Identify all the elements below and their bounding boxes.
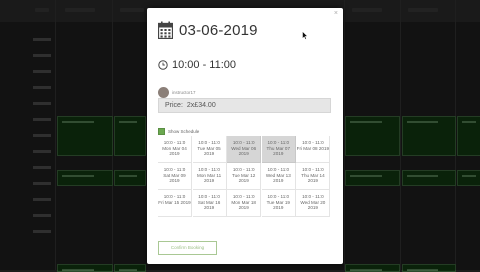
schedule-slot[interactable]: 10:0 - 11:0 Wed Mar 13 2019 (261, 163, 296, 190)
booking-date: 03-06-2019 (179, 21, 258, 39)
slot-date: Mon Mar 04 2019 (162, 145, 187, 157)
schedule-slot[interactable]: 10:0 - 11:0 Mon Mar 11 2019 (192, 163, 227, 190)
slot-date: Wed Mar 13 2019 (265, 172, 291, 184)
schedule-slot[interactable]: 10:0 - 11:0 Sat Mar 09 2019 (158, 163, 192, 190)
instructor-row: instructor17 (158, 87, 196, 98)
schedule-slot[interactable]: 10:0 - 11:0 Wed Mar 20 2019 (296, 190, 331, 217)
schedule-slot[interactable]: 10:0 - 11:0 Mon Mar 18 2019 (227, 190, 262, 217)
schedule-slot[interactable]: 10:0 - 11:0 Fri Mar 08 2019 (296, 136, 331, 163)
schedule-slot[interactable]: 10:0 - 11:0 Tue Mar 05 2019 (192, 136, 227, 163)
instructor-name: instructor17 (172, 90, 196, 95)
schedule-slot[interactable]: 10:0 - 11:0 Thu Mar 14 2019 (296, 163, 331, 190)
slot-date: Thu Mar 07 2019 (266, 145, 291, 157)
slot-date: Tue Mar 12 2019 (232, 172, 256, 184)
avatar (158, 87, 169, 98)
price-field: Price: 2x£34.00 (158, 98, 331, 113)
slot-date: Sat Mar 09 2019 (163, 172, 186, 184)
schedule-slot[interactable]: 10:0 - 11:0 Thu Mar 07 2019 (261, 136, 296, 163)
booking-time-row: 10:00 - 11:00 (158, 59, 236, 71)
slot-date: Thu Mar 14 2019 (301, 172, 325, 184)
check-icon[interactable] (158, 128, 165, 135)
close-icon[interactable]: × (334, 10, 338, 17)
booking-date-row: 03-06-2019 (158, 21, 258, 39)
schedule-slot[interactable]: 10:0 - 11:0 Fri Mar 15 2019 (158, 190, 192, 217)
slot-date: Mon Mar 11 2019 (197, 172, 222, 184)
show-schedule-label: Show Schedule (168, 129, 200, 134)
mouse-cursor-icon (302, 31, 308, 40)
schedule-slot[interactable]: 10:0 - 11:0 Sat Mar 16 2019 (192, 190, 227, 217)
price-label: Price: (165, 102, 183, 109)
slot-date: Wed Mar 06 2019 (231, 145, 257, 157)
slot-date: Tue Mar 19 2019 (266, 199, 290, 211)
price-value: 2x£34.00 (186, 102, 216, 109)
booking-modal: × 03-06-2019 10:00 - 11:00 instructor17 … (147, 8, 343, 264)
schedule-slot[interactable]: 10:0 - 11:0 Wed Mar 06 2019 (227, 136, 262, 163)
show-schedule-toggle[interactable]: Show Schedule (158, 128, 199, 135)
booking-time: 10:00 - 11:00 (172, 59, 237, 71)
schedule-slot[interactable]: 10:0 - 11:0 Tue Mar 19 2019 (261, 190, 296, 217)
slot-date: Fri Mar 15 2019 (158, 199, 191, 205)
calendar-icon (158, 21, 173, 39)
slot-date: Tue Mar 05 2019 (197, 145, 221, 157)
slot-date: Wed Mar 20 2019 (300, 199, 326, 211)
schedule-slot[interactable]: 10:0 - 11:0 Mon Mar 04 2019 (158, 136, 192, 163)
confirm-booking-button[interactable]: Confirm Booking (158, 241, 217, 255)
slot-date: Fri Mar 08 2019 (296, 145, 330, 151)
slot-date: Mon Mar 18 2019 (231, 199, 256, 211)
schedule-slot[interactable]: 10:0 - 11:0 Tue Mar 12 2019 (227, 163, 262, 190)
clock-icon (158, 60, 168, 70)
slot-date: Sat Mar 16 2019 (197, 199, 221, 211)
